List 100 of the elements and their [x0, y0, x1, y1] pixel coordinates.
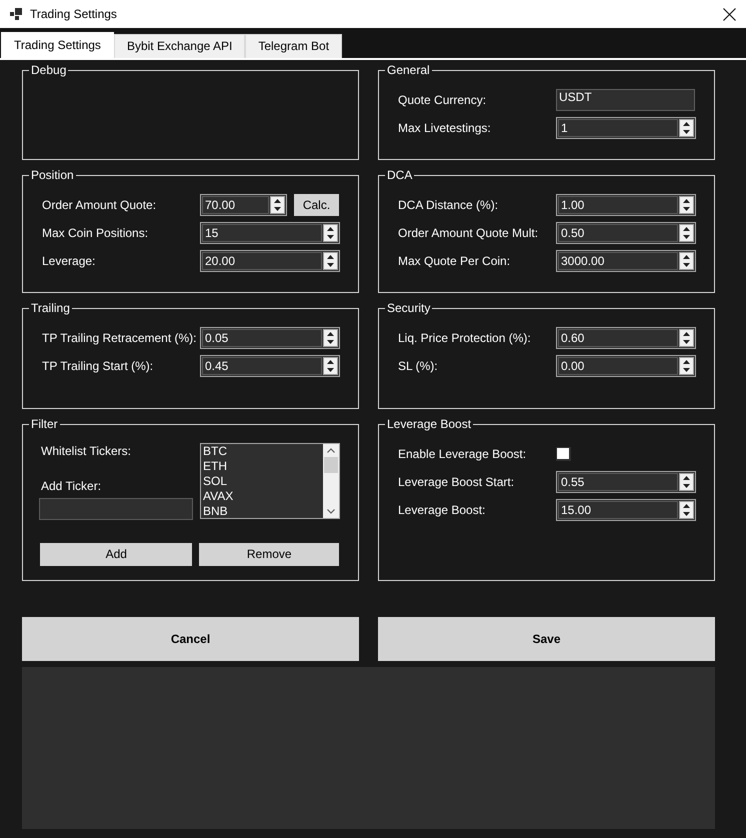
- down-triangle-icon: [683, 484, 690, 488]
- spin-up-button[interactable]: [680, 502, 693, 510]
- list-item[interactable]: ETH: [203, 459, 323, 474]
- text-field[interactable]: USDT: [556, 89, 695, 111]
- spin-down-button[interactable]: [324, 261, 337, 269]
- field-label: Liq. Price Protection (%):: [398, 330, 532, 346]
- group-title: Debug: [30, 63, 68, 77]
- spin-up-button[interactable]: [680, 253, 693, 261]
- number-field[interactable]: 70.00: [200, 194, 287, 216]
- down-chevron-icon: [327, 509, 335, 514]
- action-button[interactable]: Remove: [199, 542, 339, 566]
- up-triangle-icon: [683, 199, 690, 203]
- field-label: Leverage Boost:: [398, 502, 486, 518]
- up-triangle-icon: [683, 504, 690, 508]
- field-label: Max Coin Positions:: [42, 226, 150, 240]
- field-label: TP Trailing Retracement (%):: [42, 330, 198, 346]
- down-triangle-icon: [327, 235, 334, 239]
- tab[interactable]: Bybit Exchange API: [114, 34, 246, 58]
- up-triangle-icon: [683, 227, 690, 231]
- spin-down-button[interactable]: [680, 233, 693, 241]
- spin-up-button[interactable]: [680, 330, 693, 338]
- group-title: Leverage Boost: [386, 417, 472, 431]
- number-field[interactable]: 1: [556, 117, 696, 139]
- number-field[interactable]: 0.50: [556, 222, 696, 244]
- cancel-button[interactable]: Cancel: [22, 617, 359, 661]
- number-field[interactable]: 3000.00: [556, 250, 696, 272]
- number-field[interactable]: 0.00: [556, 355, 696, 377]
- group-title: Security: [386, 301, 432, 315]
- checkbox[interactable]: [556, 447, 571, 461]
- tab[interactable]: Telegram Bot: [245, 34, 342, 58]
- spin-down-button[interactable]: [271, 205, 284, 213]
- number-field[interactable]: 15.00: [556, 499, 696, 521]
- scrollbar-thumb[interactable]: [324, 457, 338, 473]
- scrollbar[interactable]: [323, 444, 339, 518]
- tab[interactable]: Trading Settings: [1, 32, 114, 58]
- spin-up-button[interactable]: [680, 120, 693, 128]
- down-triangle-icon: [683, 130, 690, 134]
- app-icon: [10, 8, 22, 20]
- down-triangle-icon: [327, 368, 334, 372]
- list-item[interactable]: AVAX: [203, 489, 323, 504]
- field-label: TP Trailing Start (%):: [42, 358, 154, 374]
- number-field[interactable]: 1.00: [556, 194, 696, 216]
- up-chevron-icon: [327, 448, 335, 453]
- group-title: DCA: [386, 168, 414, 182]
- ticker-input[interactable]: [39, 498, 193, 520]
- up-triangle-icon: [327, 227, 334, 231]
- down-triangle-icon: [274, 207, 281, 211]
- number-field[interactable]: 0.60: [556, 327, 696, 349]
- number-field[interactable]: 15: [200, 222, 340, 244]
- spin-down-button[interactable]: [680, 205, 693, 213]
- number-field[interactable]: 0.45: [200, 355, 340, 377]
- down-triangle-icon: [327, 340, 334, 344]
- spin-down-button[interactable]: [680, 261, 693, 269]
- spin-down-button[interactable]: [680, 482, 693, 490]
- field-label: Add Ticker:: [40, 479, 102, 494]
- action-button[interactable]: Add: [40, 542, 192, 566]
- save-button[interactable]: Save: [378, 617, 715, 661]
- spin-up-button[interactable]: [324, 330, 337, 338]
- spin-up-button[interactable]: [271, 197, 284, 205]
- up-triangle-icon: [327, 255, 334, 259]
- field-label: Quote Currency:: [398, 92, 488, 108]
- spin-down-button[interactable]: [324, 338, 337, 346]
- spin-up-button[interactable]: [324, 253, 337, 261]
- number-field[interactable]: 0.05: [200, 327, 340, 349]
- spin-down-button[interactable]: [680, 338, 693, 346]
- list-item[interactable]: SOL: [203, 474, 323, 489]
- down-triangle-icon: [683, 368, 690, 372]
- close-icon: [723, 8, 736, 20]
- up-triangle-icon: [274, 199, 281, 203]
- group-title: Position: [30, 168, 75, 182]
- ticker-list[interactable]: BTC ETH SOL AVAX BNB: [200, 443, 340, 519]
- field-label: Whitelist Tickers:: [40, 444, 132, 458]
- group-title: General: [386, 63, 431, 77]
- down-triangle-icon: [683, 512, 690, 516]
- spin-down-button[interactable]: [680, 128, 693, 136]
- down-triangle-icon: [683, 207, 690, 211]
- spin-down-button[interactable]: [324, 366, 337, 374]
- calc-button[interactable]: Calc.: [294, 194, 339, 216]
- spin-up-button[interactable]: [680, 225, 693, 233]
- spin-up-button[interactable]: [680, 358, 693, 366]
- spin-down-button[interactable]: [680, 510, 693, 518]
- spin-up-button[interactable]: [680, 197, 693, 205]
- list-item[interactable]: BNB: [203, 504, 323, 518]
- spin-down-button[interactable]: [680, 366, 693, 374]
- field-label: Leverage Boost Start:: [398, 474, 516, 490]
- field-label: Order Amount Quote:: [42, 198, 158, 212]
- spin-up-button[interactable]: [680, 474, 693, 482]
- number-field[interactable]: 20.00: [200, 250, 340, 272]
- close-button[interactable]: [723, 8, 736, 20]
- up-triangle-icon: [683, 476, 690, 480]
- down-triangle-icon: [683, 263, 690, 267]
- spin-down-button[interactable]: [324, 233, 337, 241]
- spin-up-button[interactable]: [324, 358, 337, 366]
- spin-up-button[interactable]: [324, 225, 337, 233]
- list-item[interactable]: BTC: [203, 444, 323, 459]
- up-triangle-icon: [683, 255, 690, 259]
- number-field[interactable]: 0.55: [556, 471, 696, 493]
- group-title: Filter: [30, 417, 59, 431]
- down-triangle-icon: [327, 263, 334, 267]
- up-triangle-icon: [683, 360, 690, 364]
